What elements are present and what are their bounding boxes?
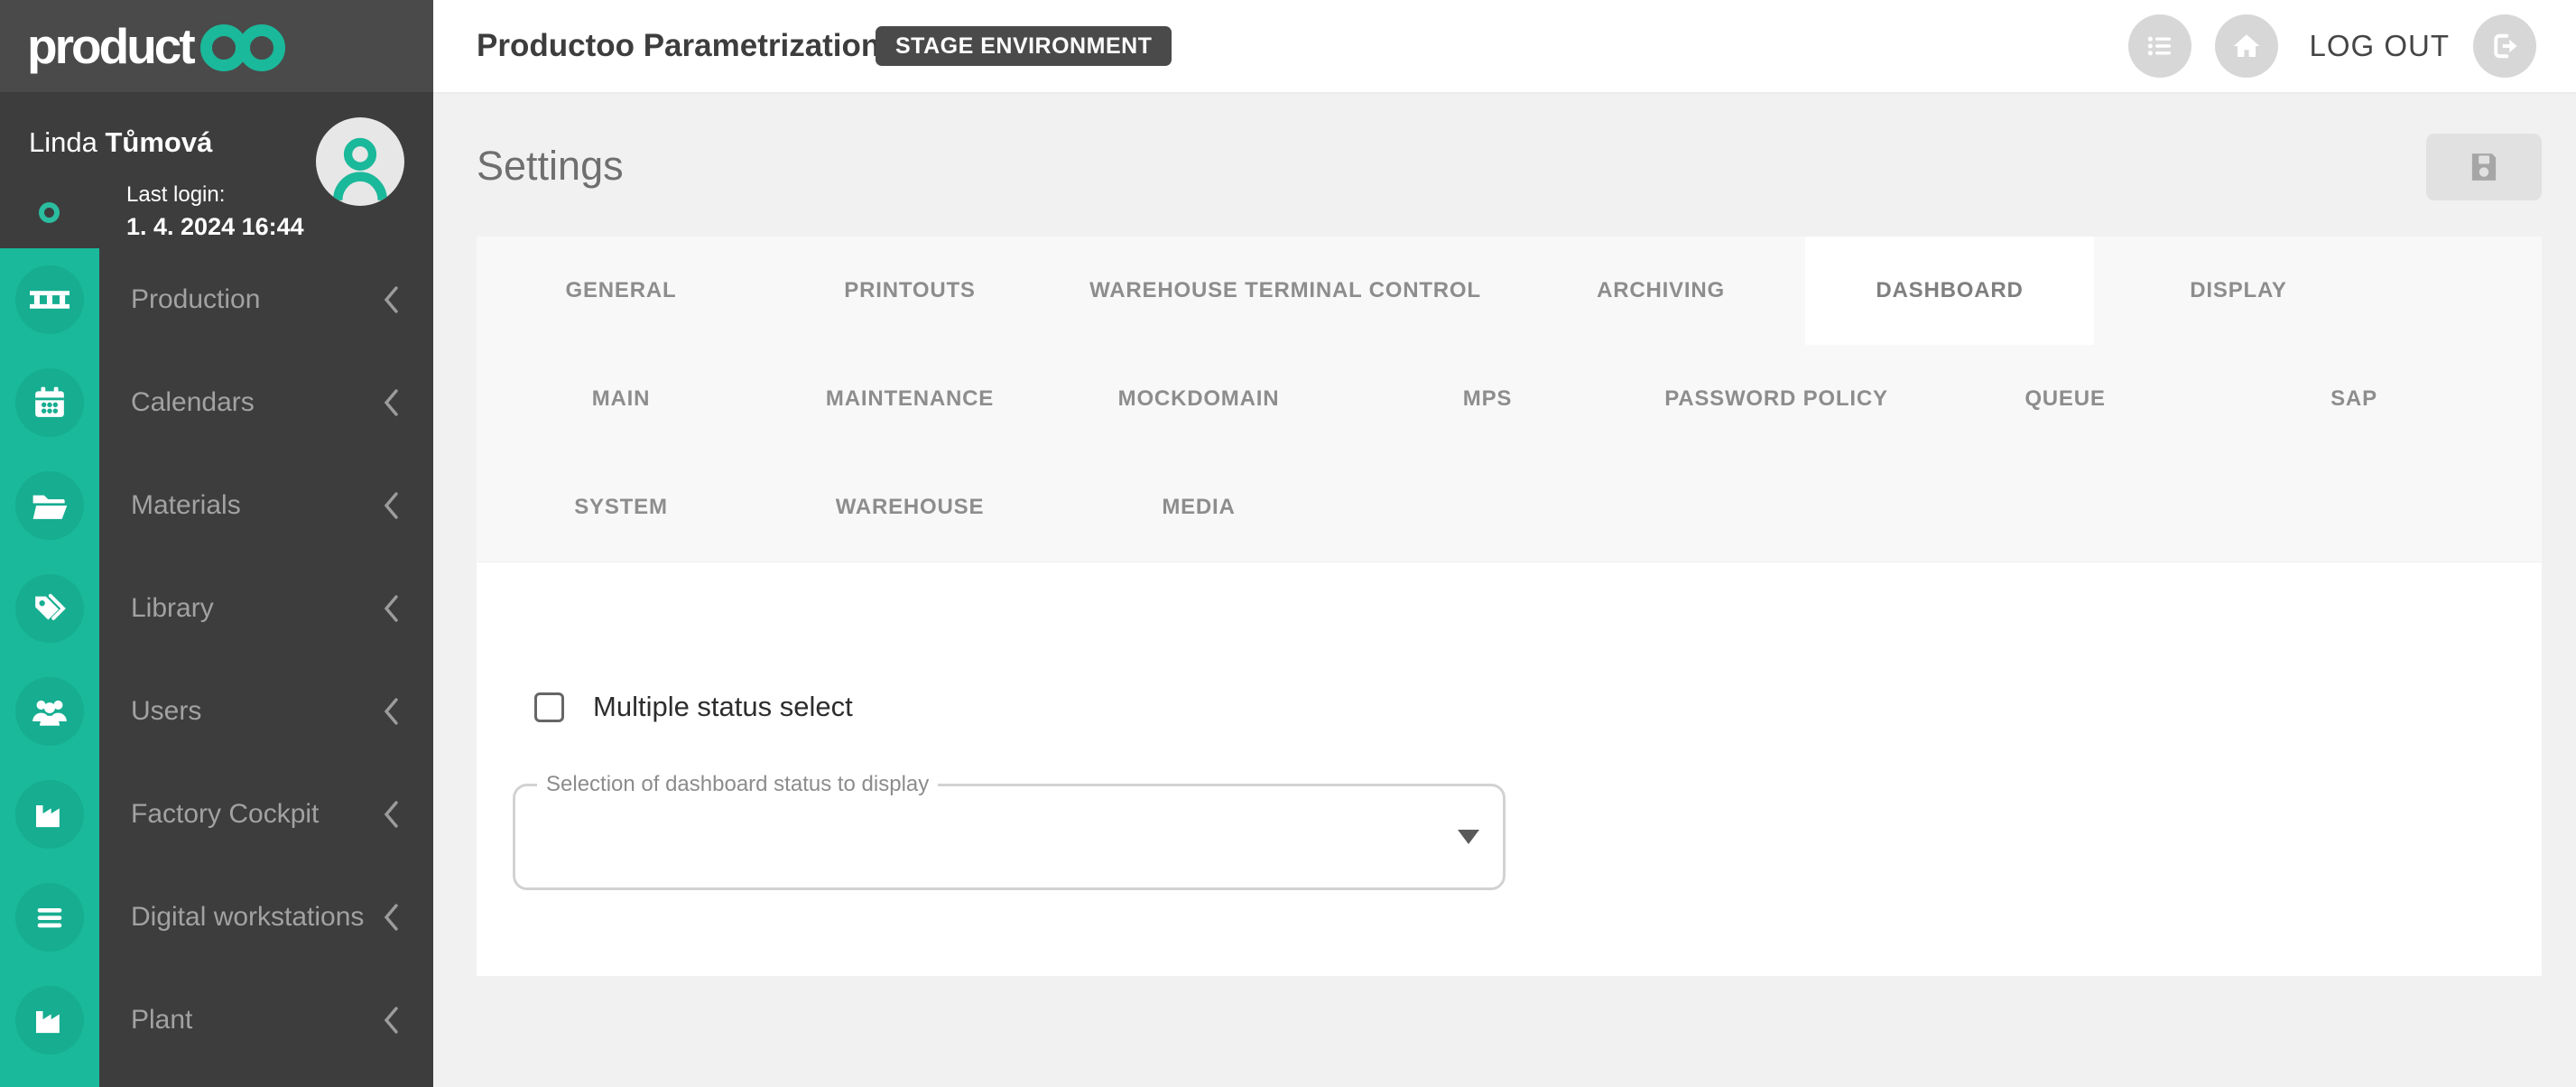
sidebar-item-library[interactable]: Library bbox=[0, 557, 433, 660]
chevron-left-icon bbox=[383, 903, 401, 936]
tab-display[interactable]: DISPLAY bbox=[2094, 237, 2383, 345]
chevron-left-icon bbox=[383, 800, 401, 833]
checkbox-label: Multiple status select bbox=[593, 691, 853, 723]
sign-out-button[interactable] bbox=[2473, 14, 2536, 78]
app-window: product Linda Tůmová Last login: 1. 4. 2… bbox=[0, 0, 2576, 1087]
user-name: Linda Tůmová bbox=[29, 126, 212, 159]
tab-archiving[interactable]: ARCHIVING bbox=[1516, 237, 1805, 345]
tab-warehouse-terminal-control[interactable]: WAREHOUSE TERMINAL CONTROL bbox=[1054, 237, 1516, 345]
chevron-left-icon bbox=[383, 697, 401, 730]
logo-strip: product bbox=[0, 0, 433, 92]
user-panel: Linda Tůmová Last login: 1. 4. 2024 16:4… bbox=[0, 92, 433, 248]
users-icon bbox=[15, 677, 84, 746]
last-login: Last login: 1. 4. 2024 16:44 bbox=[126, 182, 304, 241]
sidebar-item-materials[interactable]: Materials bbox=[0, 454, 433, 557]
tab-warehouse[interactable]: WAREHOUSE bbox=[765, 453, 1054, 562]
sidebar-item-plant[interactable]: Plant bbox=[0, 969, 433, 1072]
tab-dashboard[interactable]: DASHBOARD bbox=[1805, 237, 2094, 345]
calendar-icon bbox=[15, 368, 84, 437]
multiple-status-select-checkbox[interactable] bbox=[534, 692, 564, 722]
sidebar-item-label: Users bbox=[131, 660, 201, 763]
sidebar-item-label: Digital workstations bbox=[131, 866, 364, 969]
tab-system[interactable]: SYSTEM bbox=[477, 453, 765, 562]
logo-infinity-icon bbox=[200, 24, 285, 71]
avatar bbox=[316, 117, 404, 206]
home-icon bbox=[2230, 30, 2263, 62]
online-status-icon bbox=[39, 202, 60, 223]
home-button[interactable] bbox=[2215, 14, 2278, 78]
tab-general[interactable]: GENERAL bbox=[477, 237, 765, 345]
conveyor-icon bbox=[15, 265, 84, 334]
sidebar-item-label: Library bbox=[131, 557, 214, 660]
logout-button[interactable]: LOG OUT bbox=[2309, 29, 2450, 63]
logo-text: product bbox=[27, 22, 193, 71]
list-button[interactable] bbox=[2128, 14, 2191, 78]
dropdown-caret-icon bbox=[1458, 830, 1479, 844]
chevron-left-icon bbox=[383, 594, 401, 627]
user-first-name: Linda bbox=[29, 126, 97, 158]
last-login-label: Last login: bbox=[126, 182, 304, 208]
tab-password-policy[interactable]: PASSWORD POLICY bbox=[1632, 345, 1921, 453]
tags-icon bbox=[15, 574, 84, 643]
tab-queue[interactable]: QUEUE bbox=[1921, 345, 2210, 453]
tab-mps[interactable]: MPS bbox=[1343, 345, 1632, 453]
floppy-disk-icon bbox=[2465, 148, 2503, 186]
user-last-name: Tůmová bbox=[105, 126, 212, 158]
multiple-status-select-row: Multiple status select bbox=[534, 691, 853, 723]
select-label: Selection of dashboard status to display bbox=[537, 772, 938, 797]
sidebar-item-calendars[interactable]: Calendars bbox=[0, 351, 433, 454]
chevron-left-icon bbox=[383, 1006, 401, 1039]
sign-out-icon bbox=[2488, 30, 2521, 62]
productoo-logo: product bbox=[27, 21, 285, 71]
chevron-left-icon bbox=[383, 388, 401, 422]
page-title: Settings bbox=[477, 143, 624, 190]
sidebar: product Linda Tůmová Last login: 1. 4. 2… bbox=[0, 0, 433, 1087]
sidebar-item-label: Plant bbox=[131, 969, 192, 1072]
dashboard-status-select[interactable]: Selection of dashboard status to display bbox=[513, 784, 1506, 890]
sidebar-item-factory-cockpit[interactable]: Factory Cockpit bbox=[0, 763, 433, 866]
factory-icon bbox=[15, 986, 84, 1054]
tab-media[interactable]: MEDIA bbox=[1054, 453, 1343, 562]
tab-maintenance[interactable]: MAINTENANCE bbox=[765, 345, 1054, 453]
tab-mockdomain[interactable]: MOCKDOMAIN bbox=[1054, 345, 1343, 453]
sidebar-item-label: Materials bbox=[131, 454, 241, 557]
environment-badge: STAGE ENVIRONMENT bbox=[876, 26, 1172, 66]
app-title: Productoo Parametrization bbox=[477, 0, 880, 92]
last-login-value: 1. 4. 2024 16:44 bbox=[126, 213, 304, 241]
factory-icon bbox=[15, 780, 84, 849]
sidebar-item-users[interactable]: Users bbox=[0, 660, 433, 763]
sidebar-item-label: Factory Cockpit bbox=[131, 763, 319, 866]
chevron-left-icon bbox=[383, 491, 401, 525]
sidebar-item-production[interactable]: Production bbox=[0, 248, 433, 351]
sidebar-item-digital-workstations[interactable]: Digital workstations bbox=[0, 866, 433, 969]
sidebar-menu: Production Calendars Materials bbox=[0, 248, 433, 1087]
tab-printouts[interactable]: PRINTOUTS bbox=[765, 237, 1054, 345]
chevron-left-icon bbox=[383, 285, 401, 319]
settings-tabs: GENERAL PRINTOUTS WAREHOUSE TERMINAL CON… bbox=[477, 237, 2542, 562]
tab-main[interactable]: MAIN bbox=[477, 345, 765, 453]
lines-icon bbox=[15, 883, 84, 952]
dashboard-settings-panel: Multiple status select Selection of dash… bbox=[477, 562, 2542, 976]
sidebar-item-label: Production bbox=[131, 248, 260, 351]
person-icon bbox=[329, 132, 392, 200]
save-button[interactable] bbox=[2426, 134, 2542, 200]
tab-sap[interactable]: SAP bbox=[2210, 345, 2498, 453]
header-actions: LOG OUT bbox=[2128, 0, 2536, 92]
folder-open-icon bbox=[15, 471, 84, 540]
sidebar-item-label: Calendars bbox=[131, 351, 255, 454]
list-icon bbox=[2145, 31, 2175, 61]
top-header: Productoo Parametrization STAGE ENVIRONM… bbox=[433, 0, 2576, 92]
